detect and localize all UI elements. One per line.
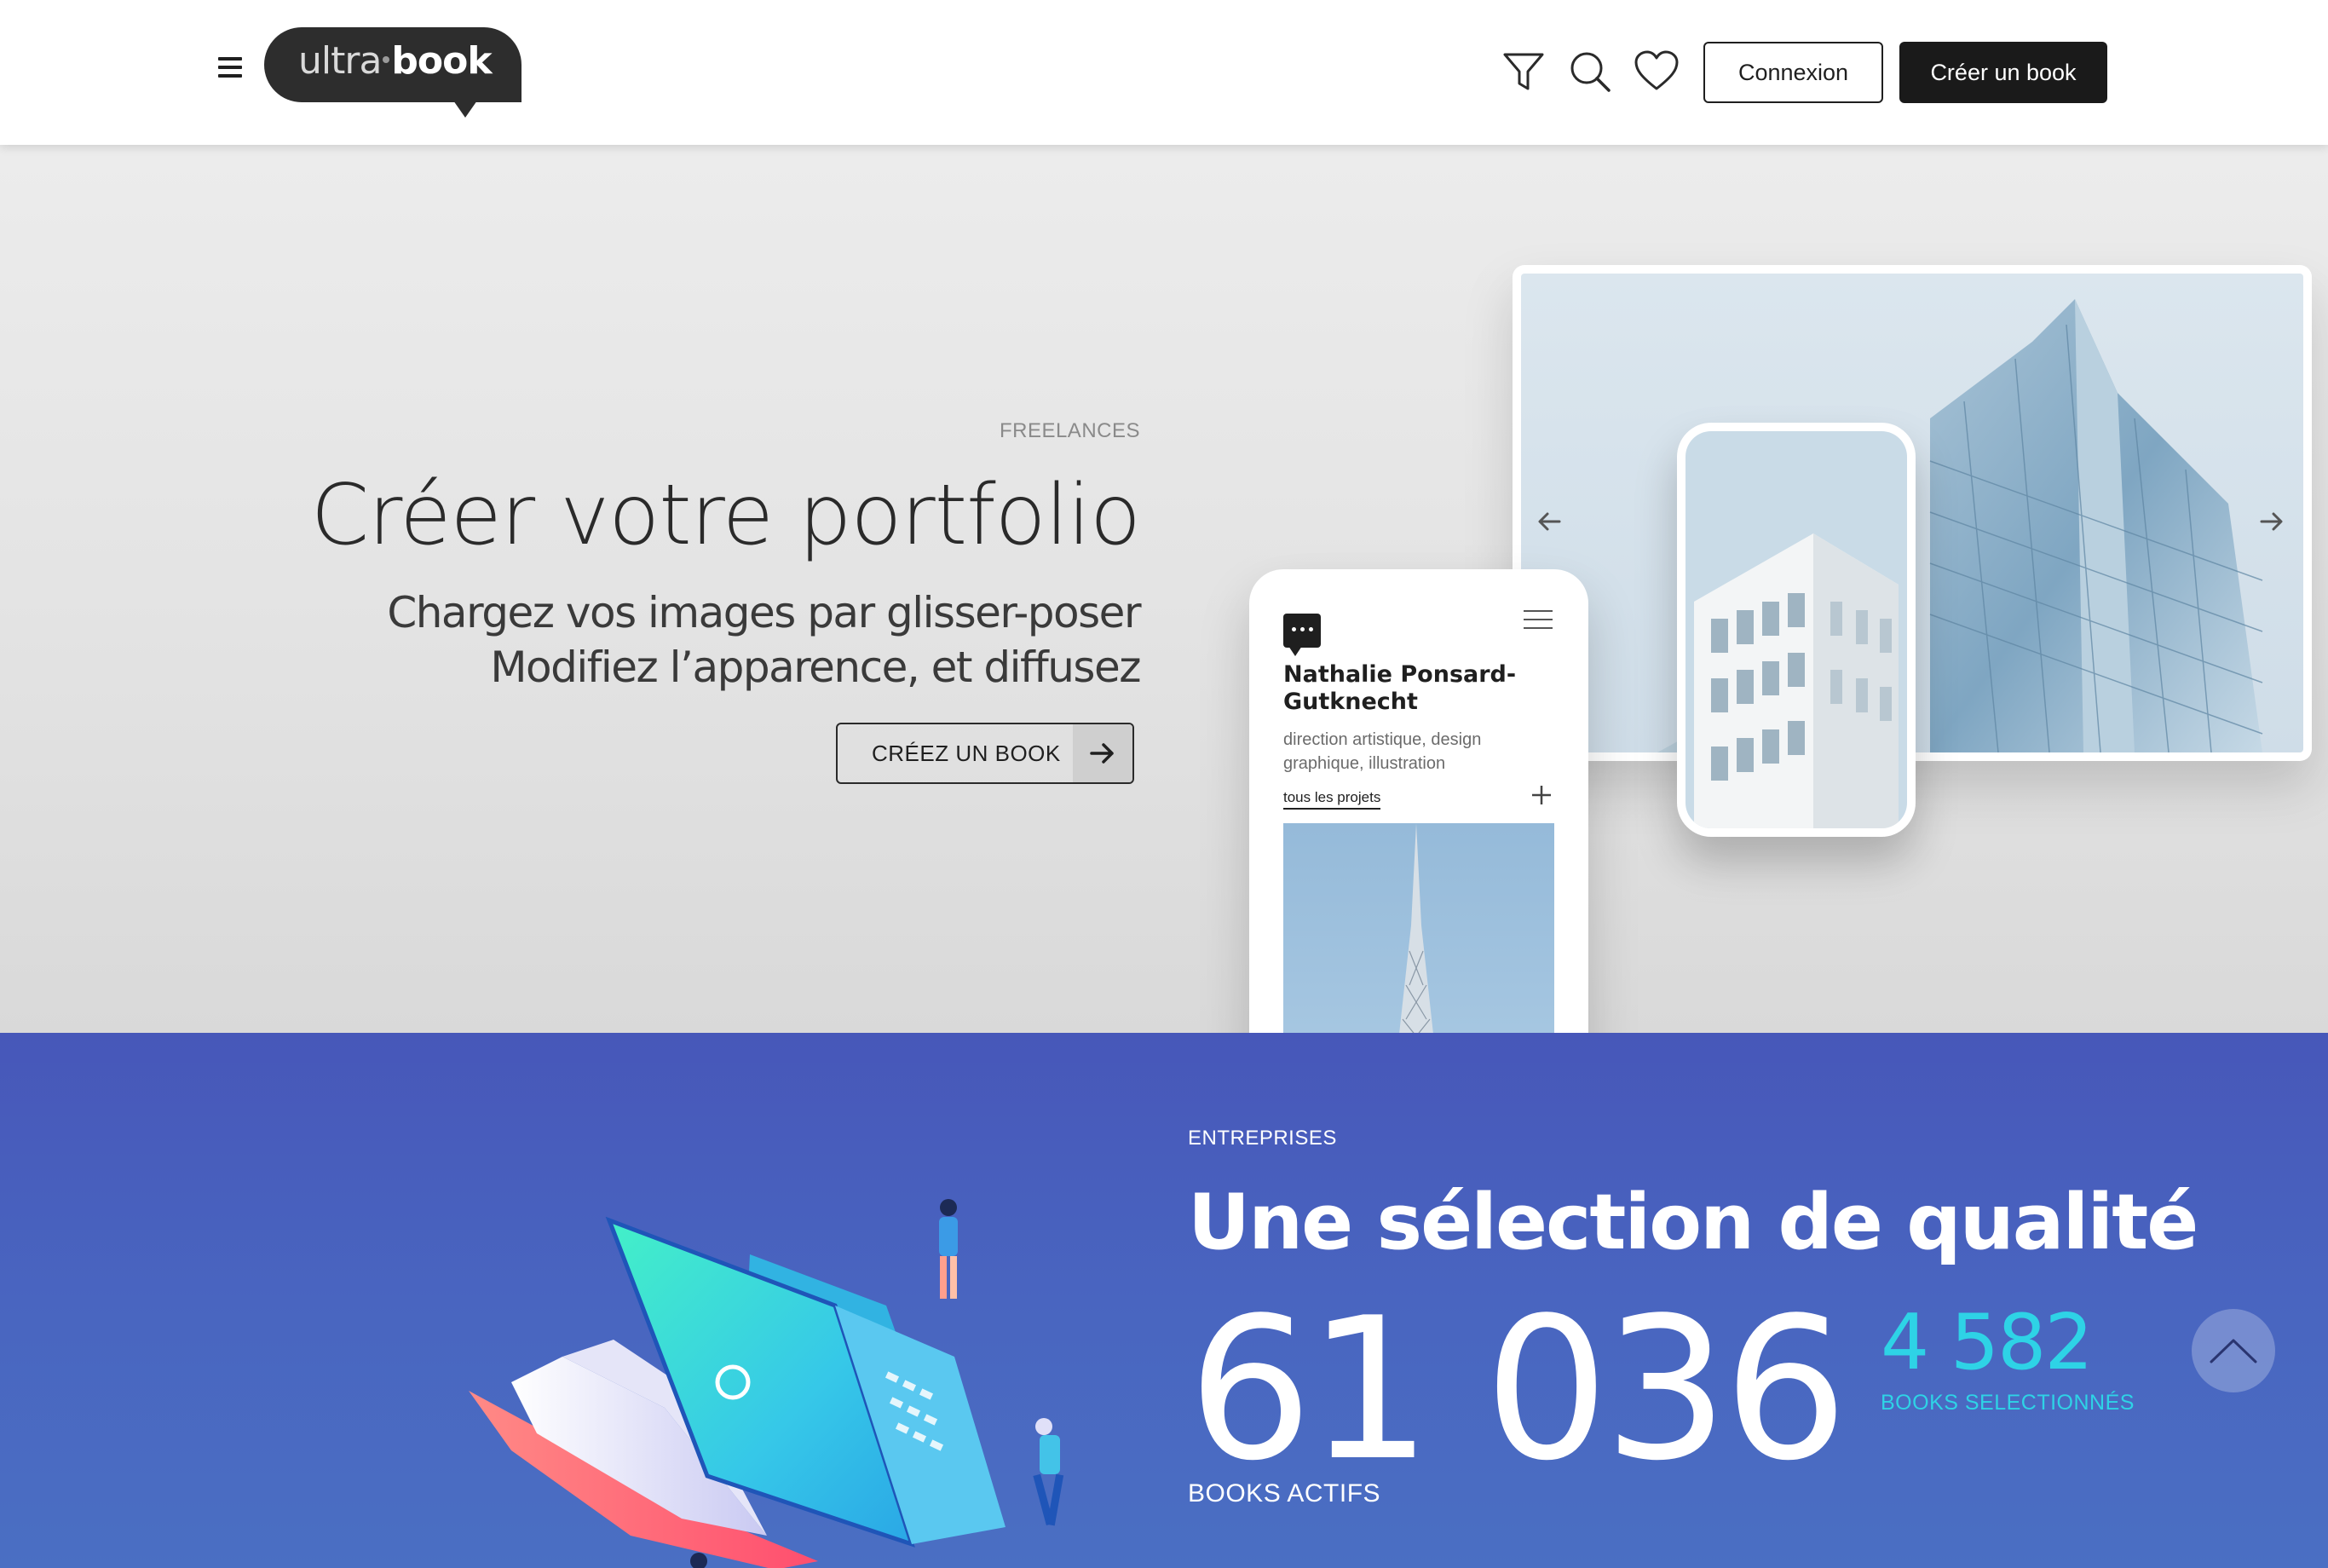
chevron-up-icon <box>2210 1339 2257 1363</box>
arrow-right-icon <box>1073 724 1132 782</box>
hero-subtitle-line-2: Modifiez l’apparence, et diffusez <box>490 643 1141 692</box>
building-photo-tablet <box>1685 431 1907 828</box>
portfolio-owner-name: Nathalie Ponsard-Gutknecht <box>1283 661 1517 715</box>
tablet-mockup <box>1677 423 1916 837</box>
create-book-cta-label: CRÉEZ UN BOOK <box>872 740 1061 766</box>
hero-section: FREELANCES Créer votre portfolio Chargez… <box>0 145 2328 1033</box>
logo-part-2: book <box>391 39 492 83</box>
plus-icon[interactable] <box>1530 784 1553 806</box>
site-header: ultra book Connexion Créer un book <box>0 0 2328 145</box>
carousel-prev-icon[interactable] <box>1534 506 1564 537</box>
phone-menu-icon[interactable] <box>1524 610 1553 632</box>
enterprises-section: ENTREPRISES Une sélection de qualité 61 … <box>0 1033 2328 1568</box>
login-button[interactable]: Connexion <box>1703 42 1883 103</box>
active-books-count: 61 036 <box>1188 1277 1848 1504</box>
tower-photo <box>1283 823 1554 1033</box>
heart-icon[interactable] <box>1633 48 1680 95</box>
phone-mockup: Nathalie Ponsard-Gutknecht direction art… <box>1249 569 1588 1033</box>
scroll-to-top-button[interactable] <box>2192 1309 2275 1392</box>
selected-books-count: 4 582 <box>1881 1298 2094 1387</box>
filter-icon[interactable] <box>1500 48 1547 95</box>
hero-eyebrow: FREELANCES <box>999 419 1140 442</box>
logo[interactable]: ultra book <box>264 27 521 118</box>
create-book-button[interactable]: Créer un book <box>1899 42 2107 103</box>
menu-icon[interactable] <box>218 57 242 78</box>
enterprises-eyebrow: ENTREPRISES <box>1188 1127 1337 1150</box>
selected-books-label: BOOKS SELECTIONNÉS <box>1881 1391 2135 1415</box>
chat-icon[interactable] <box>1283 614 1321 656</box>
book-laptop-illustration <box>469 1199 1064 1568</box>
create-book-cta[interactable]: CRÉEZ UN BOOK <box>836 723 1134 784</box>
search-icon[interactable] <box>1566 48 1614 95</box>
logo-part-1: ultra <box>298 39 382 83</box>
portfolio-description: direction artistique, design graphique, … <box>1283 730 1482 773</box>
carousel-next-icon[interactable] <box>2256 506 2287 537</box>
logo-text: ultra book <box>298 39 493 83</box>
hero-subtitle-line-1: Chargez vos images par glisser-poser <box>387 588 1141 637</box>
hero-title: Créer votre portfolio <box>310 467 1141 564</box>
active-books-label: BOOKS ACTIFS <box>1188 1479 1381 1507</box>
enterprises-title: Une sélection de qualité <box>1188 1178 2198 1267</box>
all-projects-link[interactable]: tous les projets <box>1283 789 1381 810</box>
